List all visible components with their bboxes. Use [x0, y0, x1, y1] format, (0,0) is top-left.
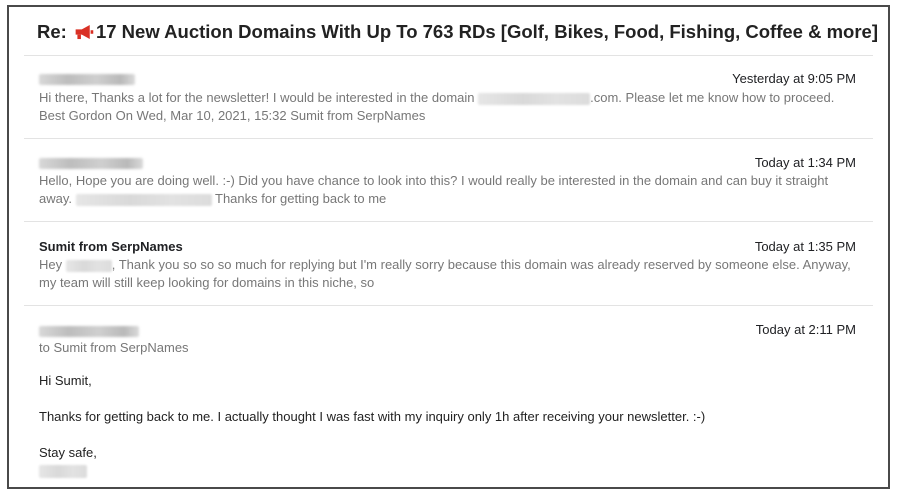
redacted-sender [39, 326, 139, 338]
message-time: Today at 1:35 PM [754, 239, 856, 254]
thread-message-4-expanded: Today at 2:11 PM to Sumit from SerpNames… [9, 319, 888, 487]
redacted-domain [478, 92, 591, 105]
snippet-text: Hello, Hope you are doing well. :-) Did … [39, 173, 829, 188]
message-snippet: Hello, Hope you are doing well. :-) Did … [39, 172, 859, 208]
redacted-domain [75, 193, 212, 206]
divider [24, 138, 873, 139]
redacted-sender [39, 74, 135, 86]
message-sender [39, 155, 143, 170]
snippet-text: Best Gordon On Wed, Mar 10, 2021, 15:32 … [39, 108, 426, 123]
thread-message-3[interactable]: Sumit from SerpNames Today at 1:35 PM He… [9, 236, 888, 308]
message-sender: Sumit from SerpNames [39, 239, 183, 254]
snippet-text: .com. Please let me know how to proceed. [590, 90, 835, 105]
snippet-text: my team will still keep looking for doma… [39, 275, 375, 290]
recipient-line[interactable]: to Sumit from SerpNames [39, 340, 189, 355]
thread-message-2[interactable]: Today at 1:34 PM Hello, Hope you are doi… [9, 152, 888, 224]
snippet-text: Thanks for getting back to me [215, 191, 387, 206]
subject-prefix: Re: [37, 21, 67, 42]
divider [24, 305, 873, 306]
thread-message-1[interactable]: Yesterday at 9:05 PM Hi there, Thanks a … [9, 67, 888, 141]
subject-text: 17 New Auction Domains With Up To 763 RD… [95, 21, 878, 42]
message-time: Today at 1:34 PM [754, 155, 856, 170]
redacted-name [65, 259, 112, 272]
message-sender [39, 71, 135, 86]
snippet-text: , Thank you so so so much for replying b… [111, 257, 851, 272]
snippet-text: away. [39, 191, 72, 206]
redacted-signature [39, 465, 87, 478]
email-thread: Re: 17 New Auction Domains With Up To 76… [7, 5, 890, 489]
message-greeting: Hi Sumit, [39, 373, 92, 388]
message-body: Thanks for getting back to me. I actuall… [39, 409, 706, 424]
snippet-text: Hi there, Thanks a lot for the newslette… [39, 90, 475, 105]
message-snippet: Hi there, Thanks a lot for the newslette… [39, 89, 859, 125]
message-time: Today at 2:11 PM [755, 322, 856, 337]
message-time: Yesterday at 9:05 PM [732, 71, 856, 86]
message-signoff: Stay safe, [39, 445, 97, 460]
redacted-sender [39, 158, 143, 170]
divider [24, 55, 873, 56]
snippet-text: Hey [39, 257, 63, 272]
divider [24, 221, 873, 222]
message-snippet: Hey , Thank you so so so much for replyi… [39, 256, 859, 292]
megaphone-icon [75, 24, 94, 40]
message-sender [39, 323, 139, 338]
thread-subject: Re: 17 New Auction Domains With Up To 76… [37, 21, 878, 43]
